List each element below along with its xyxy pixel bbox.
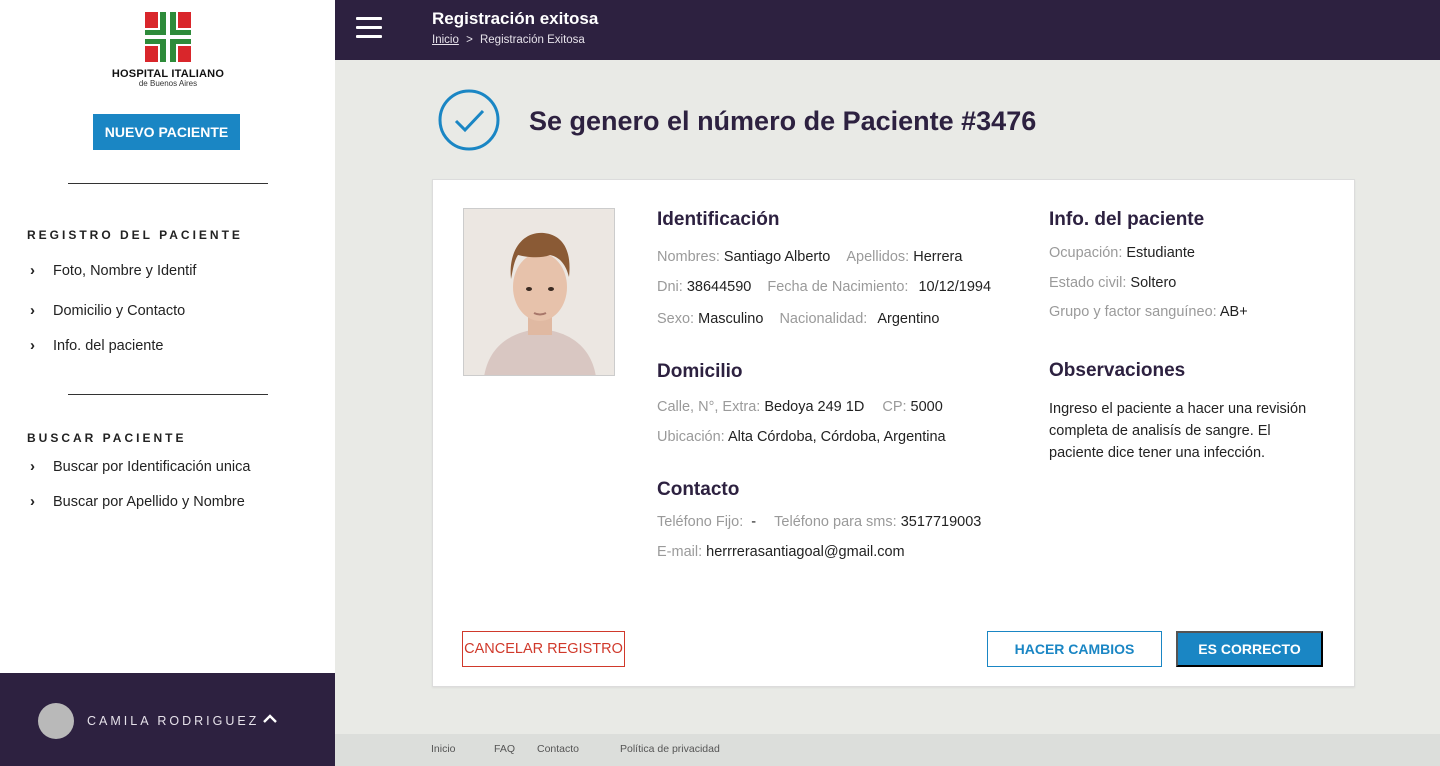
new-patient-button[interactable]: NUEVO PACIENTE (93, 114, 240, 150)
avatar (38, 703, 74, 739)
field-value-occupation: Estudiante (1126, 245, 1195, 261)
nav-item-search-by-name[interactable]: › Buscar por Apellido y Nombre (30, 493, 245, 510)
field-label: E-mail: (657, 544, 703, 560)
patient-photo (463, 208, 615, 376)
field-value-dni: 38644590 (686, 279, 752, 295)
chevron-right-icon: › (30, 337, 35, 354)
identification-row-sex: Sexo: Masculino Nacionalidad: Argentino (657, 311, 939, 327)
field-value-postal-code: 5000 (910, 399, 943, 415)
logo-subtitle: de Buenos Aires (138, 79, 198, 88)
field-label: Apellidos: (846, 249, 910, 265)
search-section-title: BUSCAR PACIENTE (27, 431, 187, 445)
patient-summary-card: Identificación Nombres: Santiago Alberto… (432, 179, 1355, 687)
check-circle-icon (438, 89, 500, 151)
field-value-marital-status: Soltero (1130, 275, 1177, 291)
field-label: Teléfono Fijo: (657, 514, 744, 530)
register-section-title: REGISTRO DEL PACIENTE (27, 228, 243, 242)
confirm-button[interactable]: ES CORRECTO (1176, 631, 1323, 667)
nav-item-address-contact[interactable]: › Domicilio y Contacto (30, 302, 185, 319)
field-value-sex: Masculino (698, 311, 764, 327)
section-title-observations: Observaciones (1049, 360, 1186, 381)
footer-link-home[interactable]: Inicio (431, 743, 456, 755)
info-row-occupation: Ocupación: Estudiante (1049, 245, 1195, 261)
nav-item-label: Buscar por Apellido y Nombre (53, 493, 245, 510)
field-value-street: Bedoya 249 1D (764, 399, 865, 415)
footer-link-privacy[interactable]: Política de privacidad (620, 743, 720, 755)
section-title-contact: Contacto (657, 479, 740, 500)
nav-item-label: Domicilio y Contacto (53, 302, 186, 319)
footer: Inicio FAQ Contacto Política de privacid… (335, 734, 1440, 766)
chevron-right-icon: › (30, 302, 35, 319)
hospital-cross-logo (145, 12, 191, 62)
nav-item-patient-info[interactable]: › Info. del paciente (30, 337, 163, 354)
hospital-logo[interactable]: HOSPITAL ITALIANO de Buenos Aires (108, 12, 228, 88)
user-menu[interactable]: CAMILA RODRIGUEZ (0, 673, 335, 766)
field-label: Ocupación: (1049, 245, 1123, 261)
field-label: Calle, N°, Extra: (657, 399, 761, 415)
section-title-patient-info: Info. del paciente (1049, 209, 1205, 230)
footer-link-contact[interactable]: Contacto (537, 743, 579, 755)
field-value-blood-type: AB+ (1219, 304, 1248, 320)
field-value-nationality: Argentino (877, 311, 940, 327)
top-bar: Registración exitosa Inicio > Registraci… (335, 0, 1440, 60)
nav-item-label: Foto, Nombre y Identif (53, 262, 197, 279)
observations-text: Ingreso el paciente a hacer una revisión… (1049, 401, 1307, 461)
field-label: Grupo y factor sanguíneo: (1049, 304, 1217, 320)
contact-row-email: E-mail: herrrerasantiagoal@gmail.com (657, 544, 905, 560)
footer-link-faq[interactable]: FAQ (494, 743, 515, 755)
identification-row-dni: Dni: 38644590 Fecha de Nacimiento: 10/12… (657, 279, 991, 295)
divider (68, 183, 268, 184)
chevron-right-icon: › (30, 262, 35, 279)
sidebar: HOSPITAL ITALIANO de Buenos Aires NUEVO … (0, 0, 335, 766)
success-message: Se genero el número de Paciente #3476 (529, 106, 1037, 136)
breadcrumb-current: Registración Exitosa (479, 34, 585, 46)
field-label: Sexo: (657, 311, 695, 327)
nav-item-label: Buscar por Identificación unica (53, 458, 251, 475)
field-label: Ubicación: (657, 429, 725, 445)
chevron-right-icon: › (30, 458, 35, 475)
nav-item-photo-name-id[interactable]: › Foto, Nombre y Identif (30, 262, 196, 279)
field-value-last-names: Herrera (913, 249, 963, 265)
field-value-birthdate: 10/12/1994 (918, 279, 992, 295)
user-name: CAMILA RODRIGUEZ (87, 714, 260, 728)
nav-item-label: Info. del paciente (53, 337, 164, 354)
section-title-identification: Identificación (657, 209, 780, 230)
breadcrumb-separator: > (466, 34, 473, 46)
field-label: Nombres: (657, 249, 720, 265)
field-value-landline: - (751, 514, 757, 530)
contact-row-phones: Teléfono Fijo: - Teléfono para sms: 3517… (657, 514, 981, 530)
hamburger-icon[interactable] (356, 17, 382, 39)
make-changes-button[interactable]: HACER CAMBIOS (987, 631, 1162, 667)
field-value-sms-phone: 3517719003 (900, 514, 982, 530)
field-label: Estado civil: (1049, 275, 1127, 291)
field-label: Fecha de Nacimiento: (767, 279, 909, 295)
field-label: Teléfono para sms: (774, 514, 897, 530)
page-title: Registración exitosa (432, 9, 599, 28)
nav-item-search-by-id[interactable]: › Buscar por Identificación unica (30, 458, 250, 475)
address-row-location: Ubicación: Alta Córdoba, Córdoba, Argent… (657, 429, 946, 445)
field-label: Nacionalidad: (779, 311, 868, 327)
cancel-registration-button[interactable]: CANCELAR REGISTRO (462, 631, 625, 667)
section-title-address: Domicilio (657, 361, 743, 382)
chevron-right-icon: › (30, 493, 35, 510)
field-value-email: herrrerasantiagoal@gmail.com (706, 544, 905, 560)
address-row-street: Calle, N°, Extra: Bedoya 249 1D CP: 5000 (657, 399, 943, 415)
field-value-first-names: Santiago Alberto (723, 249, 831, 265)
chevron-up-icon[interactable] (262, 711, 278, 727)
breadcrumb-home-link[interactable]: Inicio (432, 34, 459, 46)
divider (68, 394, 268, 395)
breadcrumb: Inicio > Registración Exitosa (432, 34, 585, 46)
info-row-marital-status: Estado civil: Soltero (1049, 275, 1176, 291)
info-row-blood-type: Grupo y factor sanguíneo: AB+ (1049, 304, 1248, 320)
identification-row-names: Nombres: Santiago Alberto Apellidos: Her… (657, 249, 962, 265)
field-label: Dni: (657, 279, 683, 295)
field-label: CP: (882, 399, 907, 415)
field-value-location: Alta Córdoba, Córdoba, Argentina (727, 429, 946, 445)
